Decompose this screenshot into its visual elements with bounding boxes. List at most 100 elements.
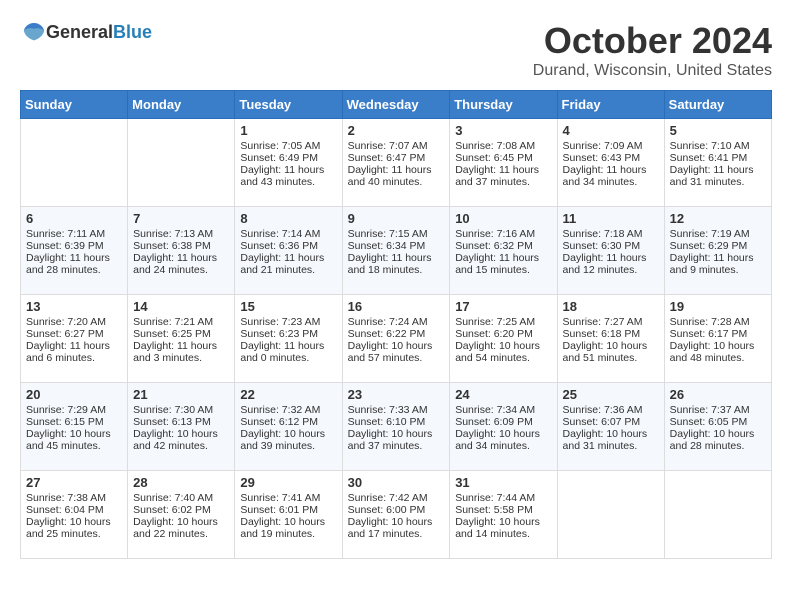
day-number: 16	[348, 299, 445, 314]
day-number: 29	[240, 475, 336, 490]
table-row	[557, 471, 664, 559]
day-number: 22	[240, 387, 336, 402]
day-number: 2	[348, 123, 445, 138]
sunset-text: Sunset: 6:38 PM	[133, 240, 229, 252]
table-row: 2Sunrise: 7:07 AMSunset: 6:47 PMDaylight…	[342, 119, 450, 207]
sunset-text: Sunset: 6:30 PM	[563, 240, 659, 252]
sunset-text: Sunset: 6:17 PM	[670, 328, 766, 340]
sunset-text: Sunset: 6:43 PM	[563, 152, 659, 164]
table-row: 1Sunrise: 7:05 AMSunset: 6:49 PMDaylight…	[235, 119, 342, 207]
sunrise-text: Sunrise: 7:38 AM	[26, 492, 122, 504]
table-row	[21, 119, 128, 207]
sunset-text: Sunset: 6:49 PM	[240, 152, 336, 164]
daylight-text: Daylight: 10 hours and 34 minutes.	[455, 428, 551, 452]
day-number: 31	[455, 475, 551, 490]
day-number: 30	[348, 475, 445, 490]
sunset-text: Sunset: 6:32 PM	[455, 240, 551, 252]
sunrise-text: Sunrise: 7:16 AM	[455, 228, 551, 240]
day-number: 19	[670, 299, 766, 314]
daylight-text: Daylight: 10 hours and 54 minutes.	[455, 340, 551, 364]
day-number: 11	[563, 211, 659, 226]
daylight-text: Daylight: 10 hours and 48 minutes.	[670, 340, 766, 364]
sunrise-text: Sunrise: 7:30 AM	[133, 404, 229, 416]
daylight-text: Daylight: 11 hours and 9 minutes.	[670, 252, 766, 276]
day-number: 23	[348, 387, 445, 402]
sunrise-text: Sunrise: 7:40 AM	[133, 492, 229, 504]
table-row: 20Sunrise: 7:29 AMSunset: 6:15 PMDayligh…	[21, 383, 128, 471]
table-row: 16Sunrise: 7:24 AMSunset: 6:22 PMDayligh…	[342, 295, 450, 383]
table-row	[664, 471, 771, 559]
page-header: GeneralBlue October 2024 Durand, Wiscons…	[20, 20, 772, 80]
sunset-text: Sunset: 6:47 PM	[348, 152, 445, 164]
day-number: 8	[240, 211, 336, 226]
day-number: 24	[455, 387, 551, 402]
sunset-text: Sunset: 6:29 PM	[670, 240, 766, 252]
sunset-text: Sunset: 6:15 PM	[26, 416, 122, 428]
table-row: 26Sunrise: 7:37 AMSunset: 6:05 PMDayligh…	[664, 383, 771, 471]
daylight-text: Daylight: 11 hours and 28 minutes.	[26, 252, 122, 276]
sunset-text: Sunset: 6:01 PM	[240, 504, 336, 516]
sunrise-text: Sunrise: 7:32 AM	[240, 404, 336, 416]
sunrise-text: Sunrise: 7:18 AM	[563, 228, 659, 240]
sunset-text: Sunset: 6:20 PM	[455, 328, 551, 340]
calendar-week-row: 27Sunrise: 7:38 AMSunset: 6:04 PMDayligh…	[21, 471, 772, 559]
daylight-text: Daylight: 10 hours and 14 minutes.	[455, 516, 551, 540]
day-number: 26	[670, 387, 766, 402]
daylight-text: Daylight: 11 hours and 18 minutes.	[348, 252, 445, 276]
sunrise-text: Sunrise: 7:33 AM	[348, 404, 445, 416]
day-number: 3	[455, 123, 551, 138]
sunrise-text: Sunrise: 7:09 AM	[563, 140, 659, 152]
day-number: 17	[455, 299, 551, 314]
table-row: 14Sunrise: 7:21 AMSunset: 6:25 PMDayligh…	[128, 295, 235, 383]
day-number: 25	[563, 387, 659, 402]
daylight-text: Daylight: 10 hours and 22 minutes.	[133, 516, 229, 540]
table-row: 10Sunrise: 7:16 AMSunset: 6:32 PMDayligh…	[450, 207, 557, 295]
sunrise-text: Sunrise: 7:15 AM	[348, 228, 445, 240]
day-number: 9	[348, 211, 445, 226]
sunrise-text: Sunrise: 7:14 AM	[240, 228, 336, 240]
table-row: 23Sunrise: 7:33 AMSunset: 6:10 PMDayligh…	[342, 383, 450, 471]
table-row: 18Sunrise: 7:27 AMSunset: 6:18 PMDayligh…	[557, 295, 664, 383]
table-row: 31Sunrise: 7:44 AMSunset: 5:58 PMDayligh…	[450, 471, 557, 559]
sunrise-text: Sunrise: 7:11 AM	[26, 228, 122, 240]
day-number: 13	[26, 299, 122, 314]
sunset-text: Sunset: 6:22 PM	[348, 328, 445, 340]
sunset-text: Sunset: 6:27 PM	[26, 328, 122, 340]
calendar-header-row: Sunday Monday Tuesday Wednesday Thursday…	[21, 91, 772, 119]
table-row: 9Sunrise: 7:15 AMSunset: 6:34 PMDaylight…	[342, 207, 450, 295]
daylight-text: Daylight: 11 hours and 12 minutes.	[563, 252, 659, 276]
sunrise-text: Sunrise: 7:29 AM	[26, 404, 122, 416]
day-number: 1	[240, 123, 336, 138]
day-number: 5	[670, 123, 766, 138]
daylight-text: Daylight: 10 hours and 28 minutes.	[670, 428, 766, 452]
sunrise-text: Sunrise: 7:27 AM	[563, 316, 659, 328]
table-row: 17Sunrise: 7:25 AMSunset: 6:20 PMDayligh…	[450, 295, 557, 383]
daylight-text: Daylight: 11 hours and 3 minutes.	[133, 340, 229, 364]
daylight-text: Daylight: 10 hours and 31 minutes.	[563, 428, 659, 452]
sunrise-text: Sunrise: 7:21 AM	[133, 316, 229, 328]
day-number: 7	[133, 211, 229, 226]
sunrise-text: Sunrise: 7:05 AM	[240, 140, 336, 152]
table-row: 29Sunrise: 7:41 AMSunset: 6:01 PMDayligh…	[235, 471, 342, 559]
sunrise-text: Sunrise: 7:10 AM	[670, 140, 766, 152]
table-row: 15Sunrise: 7:23 AMSunset: 6:23 PMDayligh…	[235, 295, 342, 383]
sunset-text: Sunset: 6:09 PM	[455, 416, 551, 428]
daylight-text: Daylight: 11 hours and 0 minutes.	[240, 340, 336, 364]
sunset-text: Sunset: 6:13 PM	[133, 416, 229, 428]
calendar-week-row: 1Sunrise: 7:05 AMSunset: 6:49 PMDaylight…	[21, 119, 772, 207]
logo-general: General	[46, 22, 113, 42]
table-row: 7Sunrise: 7:13 AMSunset: 6:38 PMDaylight…	[128, 207, 235, 295]
sunrise-text: Sunrise: 7:37 AM	[670, 404, 766, 416]
calendar-week-row: 13Sunrise: 7:20 AMSunset: 6:27 PMDayligh…	[21, 295, 772, 383]
table-row: 30Sunrise: 7:42 AMSunset: 6:00 PMDayligh…	[342, 471, 450, 559]
sunrise-text: Sunrise: 7:36 AM	[563, 404, 659, 416]
day-number: 18	[563, 299, 659, 314]
table-row: 6Sunrise: 7:11 AMSunset: 6:39 PMDaylight…	[21, 207, 128, 295]
sunrise-text: Sunrise: 7:23 AM	[240, 316, 336, 328]
sunset-text: Sunset: 6:25 PM	[133, 328, 229, 340]
table-row: 4Sunrise: 7:09 AMSunset: 6:43 PMDaylight…	[557, 119, 664, 207]
table-row: 5Sunrise: 7:10 AMSunset: 6:41 PMDaylight…	[664, 119, 771, 207]
sunrise-text: Sunrise: 7:13 AM	[133, 228, 229, 240]
calendar-location: Durand, Wisconsin, United States	[533, 62, 772, 80]
day-number: 10	[455, 211, 551, 226]
